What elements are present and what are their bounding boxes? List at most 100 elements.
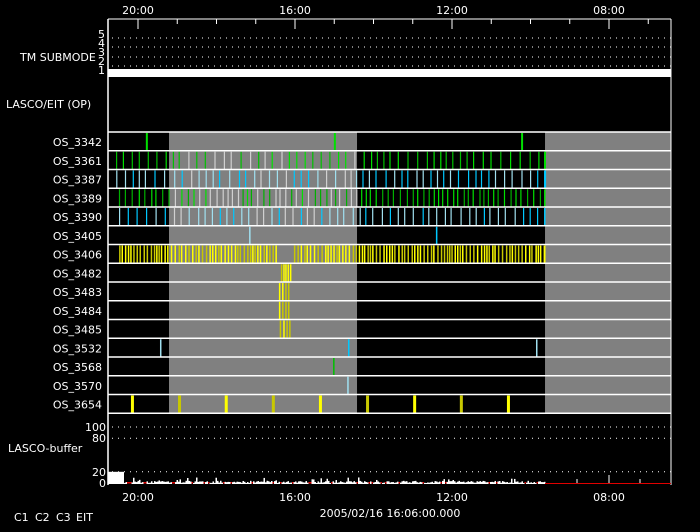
buffer-bar (470, 481, 472, 484)
buffer-bar (508, 482, 510, 484)
event-mark (361, 245, 364, 263)
event-mark (433, 151, 435, 169)
buffer-bar (182, 482, 184, 484)
event-mark (538, 151, 540, 169)
buffer-bar (430, 482, 432, 484)
buffer-bar (365, 482, 367, 484)
event-mark (283, 320, 285, 338)
event-mark (453, 189, 455, 207)
buffer-bar (344, 482, 346, 484)
event-mark (493, 189, 495, 207)
event-mark (459, 395, 463, 413)
event-mark (347, 376, 349, 394)
buffer-bar (457, 481, 459, 484)
event-mark (122, 151, 124, 169)
row-label: OS_3361 (53, 155, 102, 168)
event-mark (338, 151, 340, 169)
buffer-bar (373, 482, 375, 484)
buffer-bar (469, 481, 471, 484)
event-mark (394, 170, 396, 188)
event-mark (479, 189, 481, 207)
event-mark (440, 245, 443, 263)
buffer-c1-mark (292, 482, 294, 484)
buffer-bar (433, 482, 435, 484)
buffer-bar (518, 482, 520, 484)
buffer-bar (337, 482, 339, 484)
buffer-bar (511, 478, 513, 484)
event-mark (446, 245, 449, 263)
event-mark (271, 151, 273, 169)
event-mark (164, 208, 166, 226)
event-mark (430, 245, 433, 263)
buffer-bar (275, 480, 277, 484)
buffer-bar (335, 480, 337, 484)
buffer-bar (242, 480, 244, 484)
event-mark (345, 151, 347, 169)
buffer-bar (302, 482, 304, 484)
event-mark (473, 151, 475, 169)
event-mark (327, 245, 329, 263)
event-mark (363, 151, 365, 169)
event-mark (398, 245, 400, 263)
event-mark (216, 189, 218, 207)
buffer-bar (137, 480, 139, 484)
event-mark (259, 245, 262, 263)
event-mark (285, 283, 287, 301)
event-mark (469, 245, 471, 263)
buffer-bar (166, 481, 168, 484)
event-mark (188, 245, 190, 263)
event-mark (287, 264, 290, 282)
buffer-bar (158, 480, 160, 484)
buffer-bar (125, 482, 127, 484)
legend: C1 C2 C3 EIT (14, 511, 93, 524)
event-mark (511, 170, 513, 188)
event-mark (164, 170, 166, 188)
event-mark (191, 170, 193, 188)
event-mark (467, 189, 469, 207)
event-mark (226, 208, 228, 226)
event-mark (544, 245, 546, 263)
event-mark (282, 301, 284, 319)
event-mark (440, 151, 442, 169)
buffer-bar (533, 481, 535, 484)
event-mark (399, 189, 401, 207)
event-mark (192, 245, 194, 263)
event-mark (363, 245, 366, 263)
event-mark (285, 189, 287, 207)
buffer-bar (314, 482, 316, 484)
event-mark (170, 245, 173, 263)
event-mark (133, 245, 135, 263)
top-time-label: 20:00 (122, 4, 154, 17)
event-mark (539, 189, 541, 207)
event-mark (263, 189, 265, 207)
event-mark (488, 170, 490, 188)
event-mark (229, 170, 231, 188)
buffer-bar (136, 482, 138, 484)
buffer-bar (290, 482, 292, 484)
event-mark (313, 208, 315, 226)
buffer-bar (541, 482, 543, 484)
event-mark (416, 170, 418, 188)
buffer-bar (224, 481, 226, 484)
buffer-bar (505, 482, 507, 484)
event-mark (407, 245, 409, 263)
buffer-bar (307, 482, 309, 484)
event-mark (254, 170, 256, 188)
buffer-bar (218, 482, 220, 484)
buffer-bar (154, 481, 156, 484)
buffer-bar (287, 481, 289, 484)
row-label: OS_3483 (53, 286, 102, 299)
buffer-bar (305, 481, 307, 484)
buffer-bar (421, 482, 423, 484)
event-mark (423, 189, 425, 207)
event-mark (417, 151, 419, 169)
event-mark (326, 170, 328, 188)
buffer-bar (349, 481, 351, 484)
buffer-bar (265, 482, 267, 484)
event-mark (308, 170, 310, 188)
row-label: OS_3405 (53, 230, 102, 243)
event-mark (306, 245, 308, 263)
buffer-bar (355, 482, 357, 484)
shaded-intervals (169, 132, 671, 414)
row-label: OS_3389 (53, 192, 102, 205)
